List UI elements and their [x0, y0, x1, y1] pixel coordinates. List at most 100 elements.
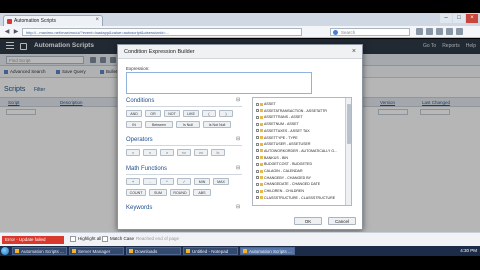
minus-button[interactable]: -	[143, 178, 157, 185]
divide-button[interactable]: /	[177, 178, 191, 185]
tree-item[interactable]: CHANGEDATE - CHANGED DATE	[256, 181, 320, 187]
not-equal-button[interactable]: !=	[211, 149, 225, 156]
tree-toggle-icon[interactable]	[256, 149, 259, 153]
window-close-button[interactable]: ×	[466, 14, 478, 23]
tree-root-item[interactable]: ASSET	[256, 101, 276, 107]
tree-toggle-icon[interactable]	[256, 156, 259, 160]
task-label: Untitled - Notepad	[192, 249, 229, 254]
tree-item[interactable]: CALAGIN - CALENDAR	[256, 168, 303, 174]
or-button[interactable]: OR	[145, 110, 161, 117]
close-paren-button[interactable]: )	[219, 110, 233, 117]
back-icon[interactable]: ◀	[3, 28, 11, 36]
tree-item[interactable]: ASSETTAXES - ASSET TAX	[256, 128, 310, 134]
highlight-checkbox[interactable]	[70, 236, 76, 242]
maximize-button[interactable]: □	[453, 14, 465, 23]
is-not-null-button[interactable]: Is Not Null	[203, 121, 231, 128]
round-button[interactable]: ROUND	[170, 189, 190, 196]
and-button[interactable]: AND	[126, 110, 142, 117]
tree-scroll-thumb[interactable]	[347, 104, 351, 144]
tree-toggle-icon[interactable]	[256, 129, 259, 133]
tree-toggle-icon[interactable]	[256, 142, 259, 146]
system-clock[interactable]: 4:30 PM	[460, 247, 477, 255]
start-button[interactable]	[1, 247, 9, 255]
between-button[interactable]: Between	[145, 121, 173, 128]
operators-heading[interactable]: Operators	[126, 137, 153, 143]
download-icon[interactable]	[436, 28, 443, 35]
less-equal-button[interactable]: <=	[177, 149, 191, 156]
menu-icon[interactable]	[456, 28, 463, 35]
max-button[interactable]: MAX	[213, 178, 229, 185]
not-button[interactable]: NOT	[164, 110, 180, 117]
browser-tab[interactable]: Automation Scripts ×	[3, 15, 103, 26]
plus-button[interactable]: +	[126, 178, 140, 185]
star-icon[interactable]	[416, 28, 423, 35]
tree-item[interactable]: ASSETTRANS - ASSET	[256, 114, 303, 120]
task-item[interactable]: Downloads	[126, 247, 181, 255]
cancel-button[interactable]: Cancel	[328, 217, 356, 225]
abs-button[interactable]: ABS	[193, 189, 211, 196]
keywords-collapse-icon[interactable]: ⊟	[236, 204, 240, 210]
letterbox-top	[0, 0, 480, 13]
in-button[interactable]: IN	[126, 121, 142, 128]
minimize-button[interactable]: –	[440, 14, 452, 23]
greater-equal-button[interactable]: >=	[194, 149, 208, 156]
task-item[interactable]: Automation Scripts ...	[12, 247, 67, 255]
count-button[interactable]: COUNT	[126, 189, 146, 196]
conditions-collapse-icon[interactable]: ⊟	[236, 97, 240, 103]
url-bar[interactable]: http://...maximo.net/maximo/ui/?event=lo…	[22, 28, 302, 36]
tree-item[interactable]: ASSETTYPE - TYPE	[256, 135, 298, 141]
math-heading[interactable]: Math Functions	[126, 166, 167, 172]
tree-item[interactable]: ASSETATRANSACTION - ASSETATTR	[256, 108, 327, 114]
expression-textarea[interactable]	[126, 72, 312, 94]
operators-collapse-icon[interactable]: ⊟	[236, 136, 240, 142]
tree-item[interactable]: BANKUS - BIN	[256, 155, 288, 161]
task-item-active[interactable]: Automation Scripts ...	[240, 247, 295, 255]
keywords-heading[interactable]: Keywords	[126, 205, 152, 211]
tree-node-icon	[260, 182, 263, 186]
sum-button[interactable]: SUM	[149, 189, 167, 196]
tree-item-label: CALAGIN - CALENDAR	[264, 169, 303, 173]
browser-search-input[interactable]: Search	[330, 28, 410, 36]
match-case-checkbox[interactable]	[102, 236, 108, 242]
task-item[interactable]: Server Manager	[69, 247, 124, 255]
open-paren-button[interactable]: (	[202, 110, 216, 117]
tree-item[interactable]: ASSETUSER - ASSETUSER	[256, 141, 311, 147]
tree-toggle-icon[interactable]	[256, 136, 259, 140]
forward-icon[interactable]: ▶	[12, 28, 20, 36]
tree-toggle-icon[interactable]	[256, 176, 259, 180]
tree-item-label: CLASSSTRUCTURE - CLASSSTRUCTURE	[264, 195, 336, 200]
tree-toggle-icon[interactable]	[256, 189, 259, 193]
min-button[interactable]: MIN	[194, 178, 210, 185]
home-icon[interactable]	[446, 28, 453, 35]
tree-toggle-icon[interactable]	[256, 162, 259, 166]
tree-item[interactable]: CHILDREN - CHILDREN	[256, 188, 304, 194]
multiply-button[interactable]: *	[160, 178, 174, 185]
tree-item[interactable]: AUTOWORKORDER - AUTOMATICALLY G...	[256, 148, 337, 154]
tree-toggle-icon[interactable]	[256, 109, 259, 113]
tree-item[interactable]: CLASSSTRUCTURE - CLASSSTRUCTURE	[256, 195, 335, 201]
bookmarks-icon[interactable]	[426, 28, 433, 35]
tree-toggle-icon[interactable]	[256, 169, 259, 173]
tree-scrollbar[interactable]	[345, 98, 351, 205]
tab-close-icon[interactable]: ×	[95, 17, 99, 23]
tree-item[interactable]: BUDGETCOST - BUDGETED	[256, 161, 312, 167]
task-item[interactable]: Untitled - Notepad	[183, 247, 238, 255]
conditions-divider	[126, 106, 242, 107]
tree-toggle-icon[interactable]	[256, 122, 259, 126]
equals-button[interactable]: =	[126, 149, 140, 156]
tree-toggle-icon[interactable]	[256, 102, 259, 106]
tree-item[interactable]: CHANGEBY - CHANGED BY	[256, 175, 311, 181]
tree-toggle-icon[interactable]	[256, 196, 259, 200]
is-null-button[interactable]: Is Null	[176, 121, 200, 128]
tree-toggle-icon[interactable]	[256, 182, 259, 186]
greater-than-button[interactable]: >	[160, 149, 174, 156]
tree-item[interactable]: ASSETNUM - ASSET	[256, 121, 299, 127]
less-than-button[interactable]: <	[143, 149, 157, 156]
tree-item-label: AUTOWORKORDER - AUTOMATICALLY G...	[264, 148, 338, 153]
tree-toggle-icon[interactable]	[256, 115, 259, 119]
like-button[interactable]: LIKE	[183, 110, 199, 117]
dialog-close-icon[interactable]: ×	[352, 48, 356, 55]
math-collapse-icon[interactable]: ⊟	[236, 165, 240, 171]
ok-button[interactable]: OK	[294, 217, 322, 225]
conditions-heading[interactable]: Conditions	[126, 98, 154, 104]
